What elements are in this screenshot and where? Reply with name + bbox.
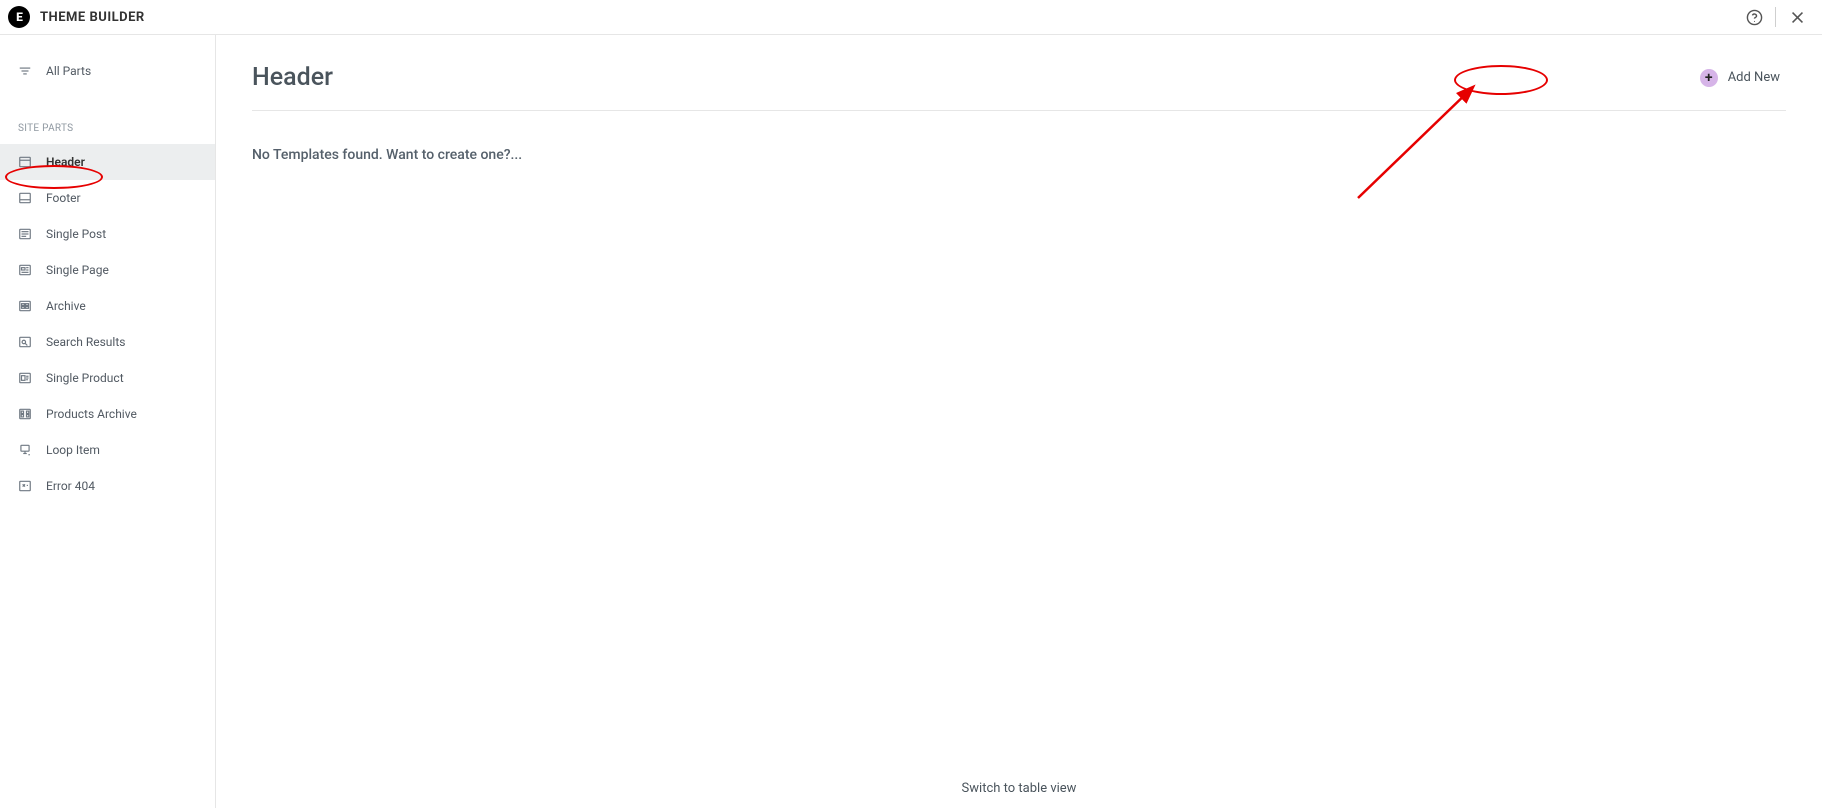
sidebar-item-label: Error 404 xyxy=(46,479,95,493)
sidebar-item-label: Loop Item xyxy=(46,443,100,457)
layout: All Parts SITE PARTS Header Footer xyxy=(0,35,1822,808)
main-header: Header + Add New xyxy=(252,63,1786,111)
products-archive-icon xyxy=(18,407,32,421)
sidebar-all-parts[interactable]: All Parts xyxy=(0,57,215,85)
header-icon xyxy=(18,155,32,169)
footer-icon xyxy=(18,191,32,205)
single-post-icon xyxy=(18,227,32,241)
topbar-divider xyxy=(1775,7,1776,27)
sidebar-item-label: Single Post xyxy=(46,227,106,241)
sidebar: All Parts SITE PARTS Header Footer xyxy=(0,35,216,808)
sidebar-item-label: Header xyxy=(46,155,85,169)
archive-icon xyxy=(18,299,32,313)
topbar-title: THEME BUILDER xyxy=(40,10,145,25)
sidebar-item-label: Single Product xyxy=(46,371,124,385)
add-new-label: Add New xyxy=(1728,70,1780,85)
close-icon[interactable] xyxy=(1786,6,1808,28)
all-parts-label: All Parts xyxy=(46,64,91,78)
sidebar-item-label: Footer xyxy=(46,191,81,205)
sidebar-item-label: Search Results xyxy=(46,335,125,349)
sidebar-item-single-post[interactable]: Single Post xyxy=(0,216,215,252)
plus-icon: + xyxy=(1700,69,1718,87)
sidebar-item-label: Single Page xyxy=(46,263,109,277)
page-title: Header xyxy=(252,63,333,92)
single-page-icon xyxy=(18,263,32,277)
main-area: Header + Add New No Templates found. Wan… xyxy=(216,35,1822,808)
sidebar-item-loop-item[interactable]: Loop Item xyxy=(0,432,215,468)
topbar: E THEME BUILDER xyxy=(0,0,1822,35)
help-icon[interactable] xyxy=(1743,6,1765,28)
sidebar-item-archive[interactable]: Archive xyxy=(0,288,215,324)
all-parts-icon xyxy=(18,64,32,78)
loop-item-icon xyxy=(18,443,32,457)
elementor-logo: E xyxy=(8,6,30,28)
site-parts-section: SITE PARTS Header Footer Single Post xyxy=(0,123,215,504)
sidebar-item-label: Products Archive xyxy=(46,407,137,421)
single-product-icon xyxy=(18,371,32,385)
switch-table-view-link[interactable]: Switch to table view xyxy=(962,781,1077,796)
search-results-icon xyxy=(18,335,32,349)
sidebar-item-single-page[interactable]: Single Page xyxy=(0,252,215,288)
add-new-button[interactable]: + Add New xyxy=(1698,65,1786,91)
sidebar-item-search-results[interactable]: Search Results xyxy=(0,324,215,360)
sidebar-item-label: Archive xyxy=(46,299,86,313)
sidebar-item-error-404[interactable]: Error 404 xyxy=(0,468,215,504)
empty-state-text: No Templates found. Want to create one?.… xyxy=(252,147,1786,163)
sidebar-item-single-product[interactable]: Single Product xyxy=(0,360,215,396)
sidebar-item-products-archive[interactable]: Products Archive xyxy=(0,396,215,432)
topbar-actions xyxy=(1743,6,1808,28)
logo-text: E xyxy=(16,10,22,24)
site-parts-label: SITE PARTS xyxy=(0,123,215,144)
sidebar-item-footer[interactable]: Footer xyxy=(0,180,215,216)
sidebar-item-header[interactable]: Header xyxy=(0,144,215,180)
error-404-icon xyxy=(18,479,32,493)
